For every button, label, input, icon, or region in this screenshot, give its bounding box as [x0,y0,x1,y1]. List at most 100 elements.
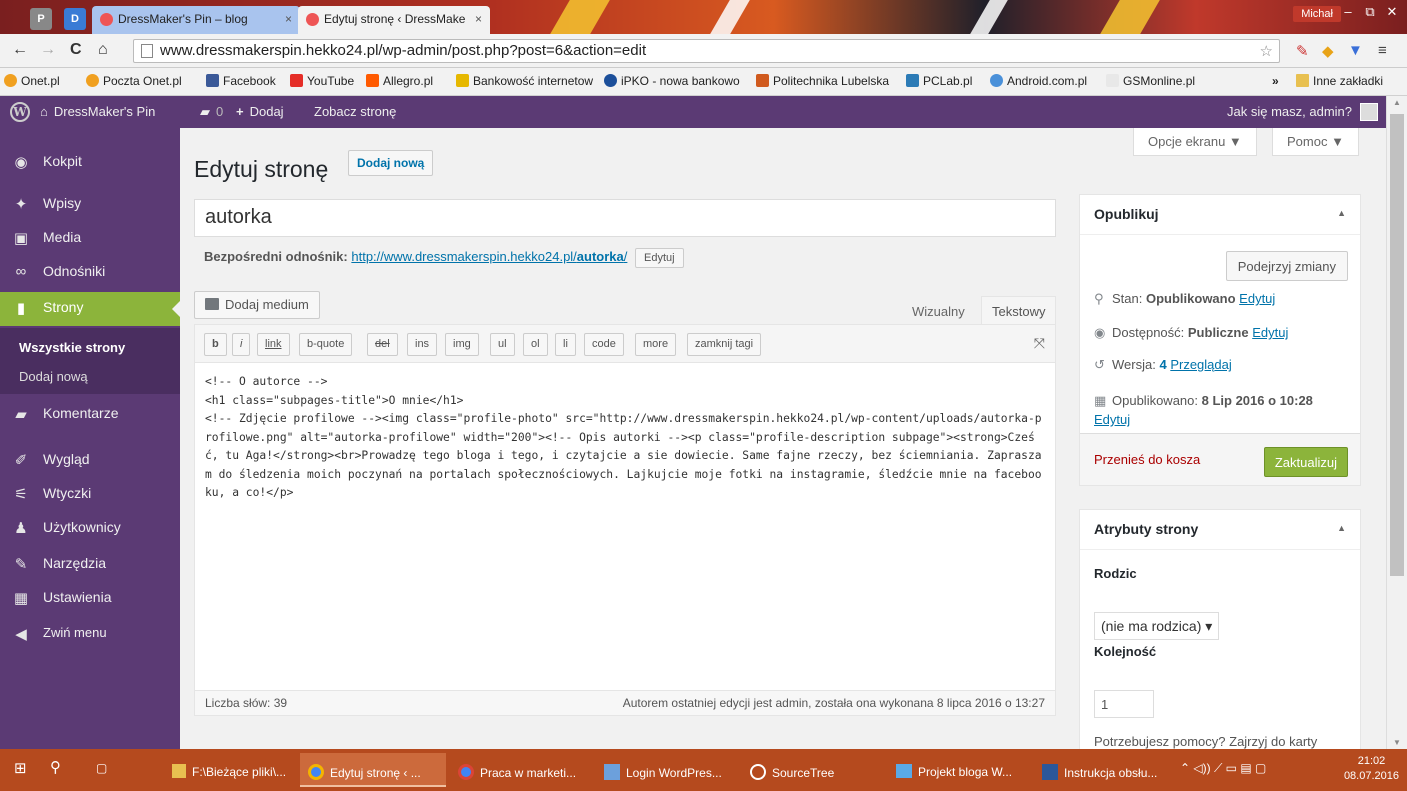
qt-close-tags-button[interactable]: zamknij tagi [687,333,762,356]
start-windows-icon[interactable]: ⊞ [14,759,27,777]
home-icon[interactable]: ⌂ [98,41,108,59]
bookmark-politechnika[interactable]: Politechnika Lubelska [756,74,889,88]
bookmark-poczta[interactable]: Poczta Onet.pl [86,74,182,88]
qt-italic-button[interactable]: i [232,333,251,356]
menu-komentarze[interactable]: ▰ Komentarze [0,398,180,432]
close-tab-icon[interactable]: × [475,12,482,26]
page-scrollbar[interactable]: ▲ ▼ [1386,96,1407,749]
maximize-button[interactable]: ⧉ [1359,4,1381,20]
bookmark-allegro[interactable]: Allegro.pl [366,74,433,88]
menu-odnosniki[interactable]: ∞ Odnośniki [0,256,180,290]
taskbar-explorer[interactable]: F:\Bieżące pliki\... [164,753,296,787]
menu-collapse[interactable]: ◀ Zwiń menu [0,618,180,652]
qt-bold-button[interactable]: b [204,333,227,356]
qt-del-button[interactable]: del [367,333,398,356]
bookmark-gsmonline[interactable]: GSMonline.pl [1106,74,1195,88]
pinned-tab-p[interactable]: P [30,8,52,30]
menu-icon[interactable]: ≡ [1378,42,1387,59]
editor-content[interactable]: <!-- O autorce --> <h1 class="subpages-t… [205,373,1047,503]
minimize-button[interactable]: – [1337,4,1359,19]
scroll-down-icon[interactable]: ▼ [1393,738,1401,747]
scroll-up-icon[interactable]: ▲ [1393,98,1401,107]
menu-wyglad[interactable]: ✐ Wygląd [0,444,180,478]
avatar[interactable] [1360,103,1378,121]
edit-permalink-button[interactable]: Edytuj [635,248,684,268]
close-tab-icon[interactable]: × [285,12,292,26]
submenu-all-pages[interactable]: Wszystkie strony [19,340,125,355]
post-title-input[interactable]: autorka [194,199,1056,237]
pen-extension-icon[interactable]: ✎ [1296,42,1309,60]
edit-date-link[interactable]: Edytuj [1094,412,1130,427]
bookmark-android[interactable]: Android.com.pl [990,74,1087,88]
qt-ul-button[interactable]: ul [490,333,515,356]
pinned-tab-d[interactable]: D [64,8,86,30]
shield-extension-icon[interactable]: ▼ [1348,42,1363,59]
add-new-link[interactable]: + Dodaj [236,104,284,119]
bookmark-onet[interactable]: Onet.pl [4,74,60,88]
bookmark-bank[interactable]: Bankowość internetow [456,74,593,88]
qt-bquote-button[interactable]: b-quote [299,333,353,356]
scrollbar-thumb[interactable] [1390,114,1404,576]
task-view-icon[interactable]: ▢ [96,761,107,775]
bookmark-other[interactable]: Inne zakładki [1296,74,1383,88]
menu-uzytkownicy[interactable]: ♟ Użytkownicy [0,512,180,546]
parent-select[interactable]: (nie ma rodzica) ▾ [1094,612,1220,640]
attributes-box-header[interactable]: Atrybuty strony ▲ [1080,510,1360,550]
search-icon[interactable]: ⚲ [50,758,61,776]
view-page-link[interactable]: Zobacz stronę [314,104,396,119]
taskbar-word[interactable]: Instrukcja obsłu... [1034,753,1174,787]
bookmark-star-icon[interactable]: ☆ [1260,42,1273,60]
menu-kokpit[interactable]: ◉ Kokpit [0,146,180,180]
bookmark-ipko[interactable]: iPKO - nowa bankowo [604,74,740,88]
qt-ol-button[interactable]: ol [523,333,548,356]
taskbar-chrome-edit[interactable]: Edytuj stronę ‹ ... [300,753,446,787]
tab-text[interactable]: Tekstowy [981,296,1057,324]
submenu-add-new[interactable]: Dodaj nową [19,369,88,384]
toggle-arrow-icon[interactable]: ▲ [1337,523,1346,533]
wordpress-logo-icon[interactable]: W [10,102,30,122]
toggle-arrow-icon[interactable]: ▲ [1337,208,1346,218]
edit-visibility-link[interactable]: Edytuj [1252,325,1288,340]
url-bar[interactable]: www.dressmakerspin.hekko24.pl/wp-admin/p… [133,39,1280,63]
qt-code-button[interactable]: code [584,333,624,356]
taskbar-projekt[interactable]: Projekt bloga W... [888,753,1030,787]
screen-options-button[interactable]: Opcje ekranu ▼ [1133,128,1257,156]
qt-link-button[interactable]: link [257,333,290,356]
menu-wpisy[interactable]: ✦ Wpisy [0,188,180,222]
tab-edit-page[interactable]: Edytuj stronę ‹ DressMake × [298,6,490,34]
bookmark-facebook[interactable]: Facebook [206,74,276,88]
tab-visual[interactable]: Wizualny [901,296,976,324]
qt-li-button[interactable]: li [555,333,576,356]
taskbar-chrome-praca[interactable]: Praca w marketi... [450,753,592,787]
permalink-link[interactable]: http://www.dressmakerspin.hekko24.pl/aut… [351,249,627,264]
comments-link[interactable]: ▰ 0 [200,104,223,120]
close-window-button[interactable]: ✕ [1381,4,1403,20]
back-icon[interactable]: ← [12,41,28,59]
menu-media[interactable]: ▣ Media [0,222,180,256]
taskbar-sourcetree[interactable]: SourceTree [742,753,884,787]
system-tray-icons[interactable]: ⌃ ◁)) ⟋ ▭ ▤ ▢ [1180,761,1266,776]
menu-strony[interactable]: ▮ Strony [0,292,180,326]
forward-icon[interactable]: → [40,41,56,59]
help-button[interactable]: Pomoc ▼ [1272,128,1359,156]
move-to-trash-link[interactable]: Przenieś do kosza [1094,452,1200,467]
bookmark-youtube[interactable]: YouTube [290,74,354,88]
fullscreen-icon[interactable]: ⤧ [1034,335,1045,352]
preview-changes-button[interactable]: Podejrzyj zmiany [1225,251,1348,281]
menu-ustawienia[interactable]: ▦ Ustawienia [0,582,180,616]
site-name-link[interactable]: ⌂ DressMaker's Pin [40,104,155,119]
tab-blog[interactable]: DressMaker's Pin – blog × [92,6,300,34]
bookmark-pclab[interactable]: PCLab.pl [906,74,972,88]
menu-narzedzia[interactable]: ✎ Narzędzia [0,548,180,582]
menu-wtyczki[interactable]: ⚟ Wtyczki [0,478,180,512]
order-input[interactable]: 1 [1094,690,1154,718]
qt-more-button[interactable]: more [635,333,677,356]
clock[interactable]: 21:02 08.07.2016 [1344,754,1399,784]
add-new-page-button[interactable]: Dodaj nową [348,150,434,176]
edit-status-link[interactable]: Edytuj [1239,291,1275,306]
greeting-link[interactable]: Jak się masz, admin? [1227,104,1352,119]
update-button[interactable]: Zaktualizuj [1263,447,1348,477]
add-media-button[interactable]: Dodaj medium [194,291,320,319]
qt-img-button[interactable]: img [445,333,479,356]
chrome-user-badge[interactable]: Michał [1293,6,1341,22]
